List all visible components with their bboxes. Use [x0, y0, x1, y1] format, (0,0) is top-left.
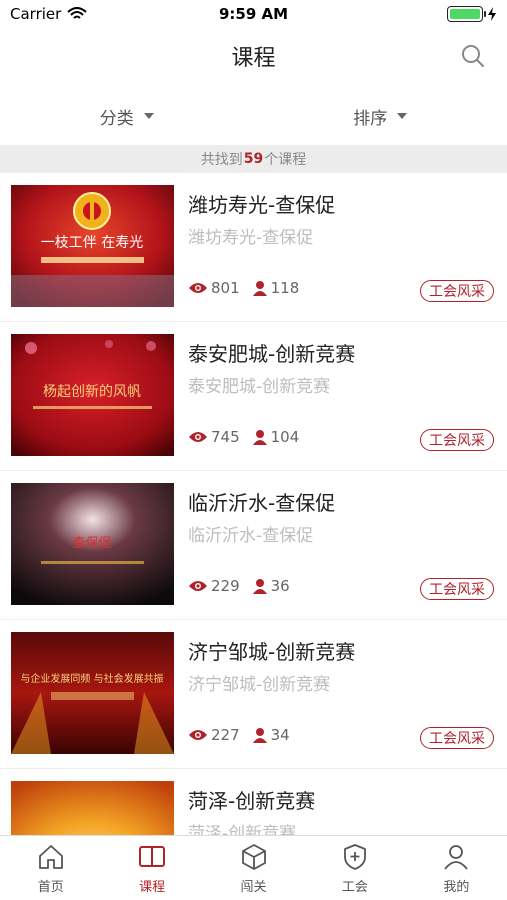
learner-count-value: 118 — [270, 279, 300, 297]
course-title[interactable]: 泰安肥城-创新竞赛 — [188, 338, 355, 367]
course-subtitle: 泰安肥城-创新竞赛 — [188, 377, 331, 397]
course-item[interactable]: 菏泽-创新竞赛 菏泽-创新竞赛 — [0, 769, 507, 835]
category-tag[interactable]: 工会风采 — [420, 727, 494, 749]
view-count: 229 — [188, 577, 240, 595]
thumbnail-caption: 查保促 — [72, 536, 111, 551]
category-tag[interactable]: 工会风采 — [420, 280, 494, 302]
status-bar: Carrier 9:59 AM — [0, 0, 507, 28]
thumbnail-caption: 杨起创新的风帆 — [43, 384, 141, 400]
category-filter-label: 分类 — [99, 108, 134, 129]
tab-challenge[interactable]: 闯关 — [203, 836, 304, 900]
course-item[interactable]: 一枝工伴 在寿光 潍坊寿光-查保促 潍坊寿光-查保促 801 118 工会风采 — [0, 173, 507, 322]
category-filter[interactable]: 分类 — [0, 96, 254, 136]
sort-filter[interactable]: 排序 — [254, 96, 507, 136]
status-right — [447, 6, 497, 22]
caret-down-icon — [143, 113, 154, 119]
view-count-value: 227 — [211, 726, 240, 744]
course-subtitle: 潍坊寿光-查保促 — [188, 228, 314, 248]
result-summary: 共找到 59 个课程 — [0, 145, 507, 173]
course-item[interactable]: 杨起创新的风帆 泰安肥城-创新竞赛 泰安肥城-创新竞赛 745 104 工会风采 — [0, 322, 507, 471]
course-title[interactable]: 济宁邹城-创新竞赛 — [188, 636, 355, 665]
view-count-value: 229 — [211, 577, 240, 595]
view-count-value: 745 — [211, 428, 240, 446]
thumbnail-image: 查保促 — [11, 483, 174, 605]
course-subtitle: 临沂沂水-查保促 — [188, 526, 314, 546]
tab-union-label: 工会 — [341, 879, 368, 895]
course-title[interactable]: 潍坊寿光-查保促 — [188, 189, 335, 218]
category-tag[interactable]: 工会风采 — [420, 429, 494, 451]
learner-count-value: 36 — [270, 577, 290, 595]
caret-down-icon — [397, 113, 408, 119]
learner-count: 36 — [252, 577, 290, 595]
thumbnail-image — [11, 781, 174, 835]
category-tag[interactable]: 工会风采 — [420, 578, 494, 600]
course-item[interactable]: 查保促 临沂沂水-查保促 临沂沂水-查保促 229 36 工会风采 — [0, 471, 507, 620]
home-icon — [38, 844, 63, 869]
person-icon — [252, 281, 267, 296]
nav-bar: 课程 — [0, 28, 507, 84]
carrier: Carrier — [10, 5, 87, 23]
tab-courses-label: 课程 — [139, 879, 166, 895]
course-meta: 227 34 — [188, 726, 302, 744]
course-title[interactable]: 临沂沂水-查保促 — [188, 487, 335, 516]
tab-bar: 首页 课程 闯关 工会 我的 — [0, 835, 507, 900]
thumbnail-image: 与企业发展同频 与社会发展共振 — [11, 632, 174, 754]
course-thumbnail[interactable]: 一枝工伴 在寿光 — [11, 185, 174, 307]
result-prefix: 共找到 — [200, 152, 243, 168]
tab-home[interactable]: 首页 — [0, 836, 101, 900]
person-icon — [252, 430, 267, 445]
search-icon[interactable] — [459, 42, 487, 70]
course-meta: 745 104 — [188, 428, 311, 446]
page-title: 课程 — [231, 46, 276, 71]
course-thumbnail[interactable]: 杨起创新的风帆 — [11, 334, 174, 456]
tab-courses[interactable]: 课程 — [101, 836, 202, 900]
tab-home-label: 首页 — [37, 879, 64, 895]
eye-icon — [189, 432, 207, 442]
result-suffix: 个课程 — [264, 152, 307, 168]
view-count-value: 801 — [211, 279, 240, 297]
learner-count-value: 104 — [270, 428, 300, 446]
tab-challenge-label: 闯关 — [240, 879, 267, 895]
result-count: 59 — [243, 151, 264, 167]
course-meta: 801 118 — [188, 279, 311, 297]
thumbnail-caption: 一枝工伴 在寿光 — [41, 234, 143, 251]
course-meta: 229 36 — [188, 577, 302, 595]
course-item[interactable]: 与企业发展同频 与社会发展共振 济宁邹城-创新竞赛 济宁邹城-创新竞赛 227 … — [0, 620, 507, 769]
course-thumbnail[interactable]: 与企业发展同频 与社会发展共振 — [11, 632, 174, 754]
course-thumbnail[interactable] — [11, 781, 174, 835]
learner-count: 34 — [252, 726, 290, 744]
thumbnail-caption: 与企业发展同频 与社会发展共振 — [20, 672, 163, 685]
learner-count-value: 34 — [270, 726, 290, 744]
view-count: 227 — [188, 726, 240, 744]
course-subtitle: 菏泽-创新竞赛 — [188, 824, 297, 835]
battery-icon — [447, 6, 486, 22]
user-icon — [444, 844, 469, 870]
learner-count: 118 — [252, 279, 300, 297]
thumbnail-image: 杨起创新的风帆 — [11, 334, 174, 456]
tab-union[interactable]: 工会 — [304, 836, 405, 900]
eye-icon — [189, 581, 207, 591]
eye-icon — [189, 283, 207, 293]
tab-profile-label: 我的 — [443, 879, 470, 895]
charging-icon — [488, 7, 496, 21]
tab-profile[interactable]: 我的 — [406, 836, 507, 900]
eye-icon — [189, 730, 207, 740]
learner-count: 104 — [252, 428, 300, 446]
cube-icon — [241, 843, 266, 870]
course-list[interactable]: 一枝工伴 在寿光 潍坊寿光-查保促 潍坊寿光-查保促 801 118 工会风采 — [0, 173, 507, 835]
carrier-label: Carrier — [10, 5, 62, 23]
filter-bar: 分类 排序 — [0, 96, 507, 136]
course-subtitle: 济宁邹城-创新竞赛 — [188, 675, 331, 695]
sort-filter-label: 排序 — [353, 108, 388, 129]
view-count: 745 — [188, 428, 240, 446]
wifi-icon — [67, 7, 87, 19]
thumbnail-image: 一枝工伴 在寿光 — [11, 185, 174, 307]
course-title[interactable]: 菏泽-创新竞赛 — [188, 785, 315, 814]
course-thumbnail[interactable]: 查保促 — [11, 483, 174, 605]
person-icon — [252, 728, 267, 743]
person-icon — [252, 579, 267, 594]
book-icon — [139, 845, 166, 867]
view-count: 801 — [188, 279, 240, 297]
shield-icon — [344, 843, 366, 870]
